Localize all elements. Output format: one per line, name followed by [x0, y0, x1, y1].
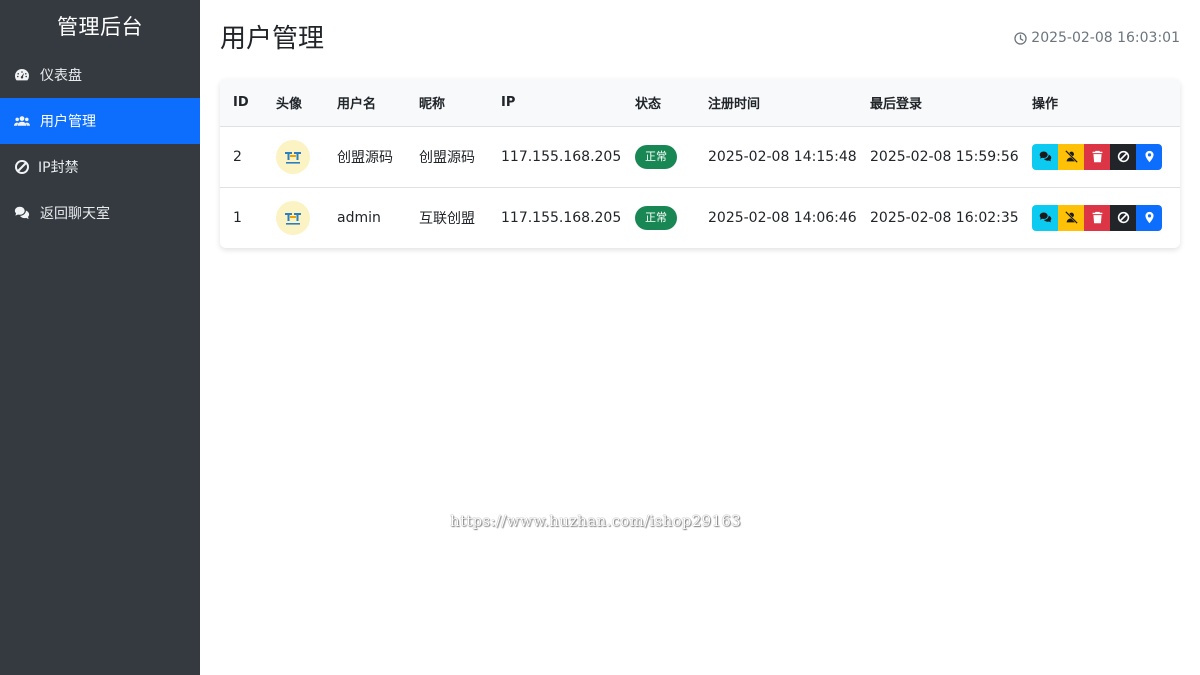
cell-ip: 117.155.168.205 [488, 186, 622, 248]
sidebar-item-label: 用户管理 [40, 114, 96, 130]
location-button[interactable] [1136, 204, 1162, 231]
ban-button[interactable] [1110, 143, 1136, 170]
ban-icon [13, 158, 31, 176]
sidebar-item-label: 仪表盘 [40, 68, 82, 84]
trash-icon [1092, 150, 1102, 163]
page-title: 用户管理 [220, 24, 325, 54]
cell-username: admin [324, 186, 406, 248]
mute-button[interactable] [1058, 143, 1084, 170]
cell-registered: 2025-02-08 14:06:46 [695, 186, 857, 248]
avatar [276, 200, 310, 235]
ban-icon [1117, 212, 1129, 224]
column-header-actions: 操作 [1019, 79, 1180, 127]
ban-button[interactable] [1110, 204, 1136, 231]
comments-icon [1039, 212, 1051, 223]
row-actions [1032, 143, 1180, 170]
sidebar-item-label: IP封禁 [38, 160, 79, 176]
delete-button[interactable] [1084, 204, 1110, 231]
chat-icon [13, 204, 31, 222]
cell-username: 创盟源码 [337, 149, 393, 166]
cell-id: 2 [233, 148, 242, 165]
trash-icon [1092, 212, 1102, 224]
column-header-avatar: 头像 [263, 79, 324, 127]
chat-button[interactable] [1032, 204, 1058, 231]
column-header-nickname: 昵称 [406, 79, 488, 127]
sidebar-nav: 仪表盘 用户管理 IP封禁 返回聊天室 [0, 52, 200, 236]
chat-button[interactable] [1032, 143, 1058, 170]
dashboard-icon [13, 66, 31, 84]
cell-ip: 117.155.168.205 [501, 148, 622, 165]
current-time: 2025-02-08 16:03:01 [1014, 30, 1180, 46]
cell-registered: 2025-02-08 14:15:48 [708, 148, 857, 165]
watermark-text: https://www.huzhan.com/ishop29163 [450, 512, 742, 530]
user-slash-icon [1064, 211, 1078, 225]
column-header-id: ID [220, 79, 263, 127]
map-marker-icon [1144, 150, 1154, 163]
sidebar-item-users[interactable]: 用户管理 [0, 98, 200, 144]
row-actions [1032, 204, 1180, 231]
sidebar-item-ip-ban[interactable]: IP封禁 [0, 144, 200, 190]
status-badge: 正常 [635, 144, 677, 169]
cell-last-login: 2025-02-08 15:59:56 [870, 148, 1019, 165]
status-badge: 正常 [635, 205, 677, 230]
users-icon [13, 112, 31, 130]
sidebar-brand: 管理后台 [57, 15, 143, 39]
user-slash-icon [1064, 150, 1078, 163]
main-content: 用户管理 2025-02-08 16:03:01 ID 头像 用户名 昵称 IP… [200, 0, 1200, 675]
users-table: ID 头像 用户名 昵称 IP 状态 注册时间 最后登录 操作 2 创盟源码 创… [220, 79, 1180, 248]
cell-id: 1 [220, 186, 263, 248]
sidebar-item-back-to-chat[interactable]: 返回聊天室 [0, 190, 200, 236]
column-header-status: 状态 [622, 79, 695, 127]
column-header-registered: 注册时间 [695, 79, 857, 127]
table-row: 2 创盟源码 创盟源码 117.155.168.205 正常 2025-02-0… [220, 126, 1180, 187]
current-time-text: 2025-02-08 16:03:01 [1031, 30, 1180, 46]
cell-last-login: 2025-02-08 16:02:35 [857, 186, 1019, 248]
users-table-card: ID 头像 用户名 昵称 IP 状态 注册时间 最后登录 操作 2 创盟源码 创… [220, 79, 1180, 248]
sidebar: 管理后台 仪表盘 用户管理 IP封禁 返回聊天室 [0, 0, 200, 675]
delete-button[interactable] [1084, 143, 1110, 170]
column-header-username: 用户名 [324, 79, 406, 127]
cell-nickname: 互联创盟 [406, 186, 488, 248]
location-button[interactable] [1136, 143, 1162, 170]
avatar [276, 139, 310, 174]
clock-icon [1014, 31, 1027, 45]
cell-nickname: 创盟源码 [419, 149, 475, 166]
map-marker-icon [1144, 212, 1154, 224]
sidebar-item-dashboard[interactable]: 仪表盘 [0, 52, 200, 98]
mute-button[interactable] [1058, 204, 1084, 231]
ban-icon [1117, 150, 1129, 163]
table-row: 1 admin 互联创盟 117.155.168.205 正常 2025-02-… [220, 186, 1180, 248]
column-header-last-login: 最后登录 [857, 79, 1019, 127]
comments-icon [1039, 151, 1051, 162]
column-header-ip: IP [488, 79, 622, 127]
table-header-row: ID 头像 用户名 昵称 IP 状态 注册时间 最后登录 操作 [220, 79, 1180, 127]
sidebar-item-label: 返回聊天室 [40, 206, 110, 222]
